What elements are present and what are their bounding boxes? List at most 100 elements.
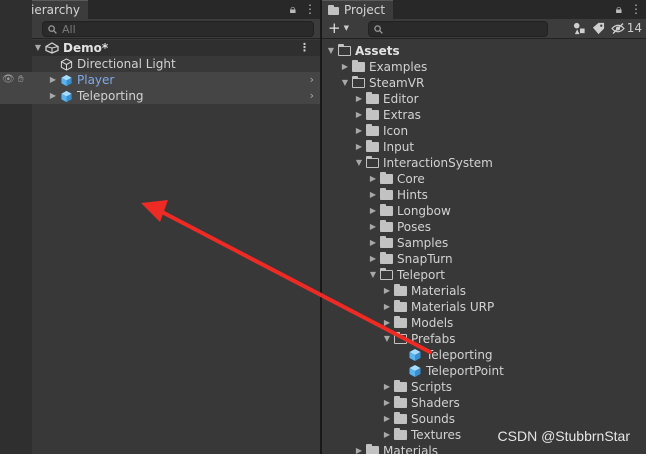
folder-label: Models	[411, 316, 454, 330]
expand-arrow-icon[interactable]: ▶	[368, 235, 378, 251]
expand-arrow-icon[interactable]: ▼	[340, 75, 350, 91]
expand-arrow-icon[interactable]: ▶	[48, 72, 58, 88]
visibility-eye-icon[interactable]: 👁︎ ✋︎	[2, 72, 24, 88]
folder-label: Prefabs	[411, 332, 456, 346]
expand-arrow-icon[interactable]: ▼	[382, 331, 392, 347]
expand-arrow-icon[interactable]: ▶	[382, 299, 392, 315]
project-tree: ▼ Assets ▶ Examples ▼ SteamVR ▶ Editor ▶…	[322, 43, 646, 454]
folder-editor[interactable]: ▶ Editor	[322, 91, 646, 107]
folder-label: Longbow	[397, 204, 451, 218]
folder-label: Shaders	[411, 396, 460, 410]
chevron-right-icon[interactable]: ›	[310, 72, 314, 88]
expand-arrow-icon[interactable]: ▶	[340, 59, 350, 75]
prefab-cube-icon	[61, 74, 72, 86]
expand-arrow-icon[interactable]: ▶	[368, 171, 378, 187]
folder-label: Teleport	[397, 268, 445, 282]
expand-arrow-icon[interactable]: ▶	[354, 139, 364, 155]
lock-icon[interactable]: 🔒︎	[290, 2, 296, 17]
hierarchy-tree: ▼ Demo* ⋮ Directional Light 👁︎ ✋︎ ▶ Play…	[0, 40, 320, 104]
menu-icon[interactable]: ⋮	[304, 2, 316, 17]
expand-arrow-icon[interactable]: ▶	[368, 251, 378, 267]
expand-arrow-icon[interactable]: ▶	[354, 91, 364, 107]
project-panel: Project 🔒︎ ⋮ + ▼ 14 ▼ Assets ▶ Examples …	[322, 0, 646, 454]
folder-open-icon	[365, 155, 379, 168]
expand-arrow-icon[interactable]: ▼	[326, 43, 336, 59]
hierarchy-item-directional-light[interactable]: Directional Light	[0, 56, 320, 72]
folder-input[interactable]: ▶ Input	[322, 139, 646, 155]
folder-shaders[interactable]: ▶ Shaders	[322, 395, 646, 411]
scene-menu-icon[interactable]: ⋮	[299, 40, 310, 56]
expand-arrow-icon[interactable]: ▶	[382, 427, 392, 443]
folder-icon	[366, 92, 379, 104]
folder-hints[interactable]: ▶ Hints	[322, 187, 646, 203]
expand-arrow-icon[interactable]: ▶	[368, 187, 378, 203]
hierarchy-item-label: Player	[77, 73, 115, 87]
project-search-input[interactable]	[368, 21, 548, 37]
folder-icon	[394, 380, 407, 392]
asset-teleporting-prefab[interactable]: Teleporting	[322, 347, 646, 363]
expand-arrow-icon[interactable]: ▶	[382, 379, 392, 395]
lock-icon[interactable]: 🔒︎	[616, 2, 622, 17]
hierarchy-panel: Hierarchy 🔒︎ ⋮ + ▼ All ▼ Demo*	[0, 0, 320, 454]
chevron-right-icon[interactable]: ›	[310, 88, 314, 104]
project-toolbar: + ▼ 14	[322, 19, 646, 39]
folder-icon-dir[interactable]: ▶ Icon	[322, 123, 646, 139]
scene-row[interactable]: ▼ Demo* ⋮	[0, 40, 320, 56]
expand-arrow-icon[interactable]: ▼	[33, 40, 43, 56]
hidden-packages-toggle[interactable]: 14	[610, 21, 642, 35]
folder-assets[interactable]: ▼ Assets	[322, 43, 646, 59]
folder-icon	[380, 220, 393, 232]
folder-samples[interactable]: ▶ Samples	[322, 235, 646, 251]
tab-project[interactable]: Project	[322, 0, 394, 19]
expand-arrow-icon[interactable]: ▶	[354, 123, 364, 139]
asset-teleportpoint-prefab[interactable]: TeleportPoint	[322, 363, 646, 379]
folder-icon	[380, 188, 393, 200]
folder-label: Input	[383, 140, 415, 154]
expand-arrow-icon[interactable]: ▶	[382, 411, 392, 427]
hierarchy-item-teleporting[interactable]: ▶ Teleporting ›	[0, 88, 320, 104]
folder-prefabs[interactable]: ▼ Prefabs	[322, 331, 646, 347]
folder-materials[interactable]: ▶ Materials	[322, 283, 646, 299]
filter-by-label-icon[interactable]	[592, 22, 605, 35]
folder-models[interactable]: ▶ Models	[322, 315, 646, 331]
expand-arrow-icon[interactable]: ▶	[368, 219, 378, 235]
folder-materials-steamvr[interactable]: ▶ Materials	[322, 443, 646, 454]
folder-interaction-system[interactable]: ▼ InteractionSystem	[322, 155, 646, 171]
folder-longbow[interactable]: ▶ Longbow	[322, 203, 646, 219]
folder-steamvr[interactable]: ▼ SteamVR	[322, 75, 646, 91]
folder-scripts[interactable]: ▶ Scripts	[322, 379, 646, 395]
expand-arrow-icon[interactable]: ▼	[354, 155, 364, 171]
create-button[interactable]: + ▼	[328, 21, 349, 36]
expand-arrow-icon[interactable]: ▶	[368, 203, 378, 219]
expand-arrow-icon[interactable]: ▶	[48, 88, 58, 104]
expand-arrow-icon[interactable]: ▶	[382, 283, 392, 299]
expand-arrow-icon[interactable]: ▶	[382, 395, 392, 411]
folder-snapturn[interactable]: ▶ SnapTurn	[322, 251, 646, 267]
folder-label: Core	[397, 172, 425, 186]
project-tabbar: Project 🔒︎ ⋮	[322, 0, 646, 19]
expand-arrow-icon[interactable]: ▶	[354, 107, 364, 123]
folder-extras[interactable]: ▶ Extras	[322, 107, 646, 123]
folder-materials-urp[interactable]: ▶ Materials URP	[322, 299, 646, 315]
folder-sounds[interactable]: ▶ Sounds	[322, 411, 646, 427]
folder-icon	[394, 396, 407, 408]
folder-core[interactable]: ▶ Core	[322, 171, 646, 187]
folder-icon	[380, 252, 393, 264]
expand-arrow-icon[interactable]: ▶	[382, 315, 392, 331]
expand-arrow-icon[interactable]: ▶	[354, 443, 364, 454]
folder-label: Materials	[411, 284, 467, 298]
folder-poses[interactable]: ▶ Poses	[322, 219, 646, 235]
prefab-cube-icon	[409, 349, 421, 361]
menu-icon[interactable]: ⋮	[630, 2, 642, 17]
caret-down-icon: ▼	[343, 24, 349, 32]
folder-label: Textures	[411, 428, 462, 442]
hierarchy-item-player[interactable]: 👁︎ ✋︎ ▶ Player ›	[0, 72, 320, 88]
folder-examples[interactable]: ▶ Examples	[322, 59, 646, 75]
hierarchy-search-input[interactable]: All	[42, 21, 314, 37]
expand-arrow-icon[interactable]: ▼	[368, 267, 378, 283]
filter-by-type-icon[interactable]	[573, 22, 586, 35]
search-placeholder: All	[62, 22, 76, 36]
folder-teleport[interactable]: ▼ Teleport	[322, 267, 646, 283]
folder-label: Scripts	[411, 380, 453, 394]
gameobject-cube-icon	[60, 57, 73, 71]
